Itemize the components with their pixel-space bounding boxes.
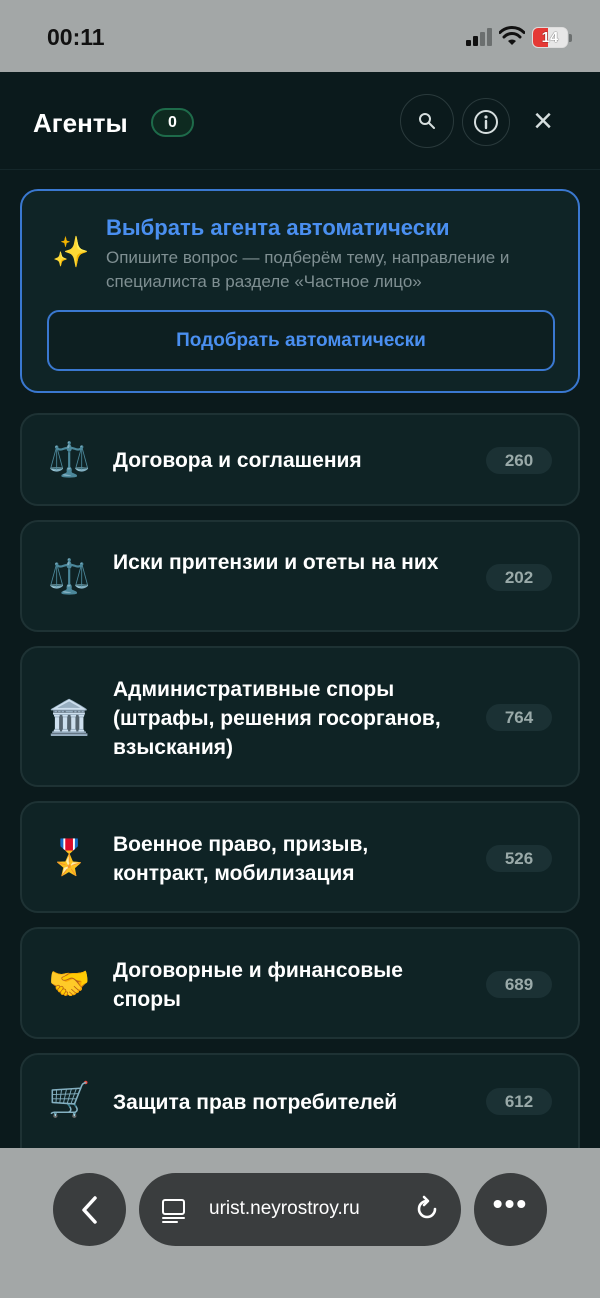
agents-panel: Агенты 0 × ✨ Выбрать агента автоматическ…: [0, 72, 600, 1148]
close-icon: ×: [533, 102, 553, 140]
auto-select-card: ✨ Выбрать агента автоматически Опишите в…: [20, 189, 580, 393]
category-count: 689: [486, 971, 552, 998]
building-icon: 🏛️: [48, 699, 91, 737]
agents-count-badge: 0: [151, 108, 194, 137]
panel-header: Агенты 0 ×: [0, 72, 600, 170]
search-button[interactable]: [400, 94, 454, 148]
info-icon: [474, 110, 498, 134]
battery-tip: [569, 34, 572, 42]
scales-icon: ⚖️: [48, 558, 91, 596]
more-icon: •••: [492, 1188, 529, 1219]
medal-icon: 🎖️: [48, 839, 91, 877]
auto-select-description: Опишите вопрос — подберём тему, направле…: [106, 248, 510, 291]
category-item[interactable]: ⚖️ Иски притензии и отеты на них 202: [20, 520, 580, 632]
battery-level: 14: [541, 29, 559, 46]
cart-icon: 🛒: [48, 1081, 91, 1119]
cellular-signal-icon: [466, 28, 492, 46]
url-text: urist.neyrostroy.ru: [209, 1198, 360, 1219]
back-button[interactable]: [53, 1173, 126, 1246]
category-item[interactable]: 🎖️ Военное право, призыв, контракт, моби…: [20, 801, 580, 913]
handshake-icon: 🤝: [48, 965, 91, 1003]
category-item[interactable]: 🏛️ Административные споры (штрафы, решен…: [20, 646, 580, 787]
auto-select-title: Выбрать агента автоматически: [106, 215, 450, 240]
clock: 00:11: [47, 24, 105, 50]
auto-select-button[interactable]: Подобрать автоматически: [47, 310, 555, 371]
address-bar[interactable]: urist.neyrostroy.ru: [139, 1173, 461, 1246]
wifi-icon: [499, 26, 525, 45]
category-label: Защита прав потребителей: [113, 1091, 398, 1114]
category-label: Договора и соглашения: [113, 449, 362, 472]
scales-icon: ⚖️: [48, 441, 91, 479]
category-label: Договорные и финансовые споры: [113, 959, 403, 1011]
more-button[interactable]: •••: [474, 1173, 547, 1246]
category-count: 202: [486, 564, 552, 591]
close-button[interactable]: ×: [520, 98, 566, 144]
category-count: 612: [486, 1088, 552, 1115]
category-item[interactable]: 🛒 Защита прав потребителей 612: [20, 1053, 580, 1148]
category-label: Административные споры (штрафы, решения …: [113, 678, 441, 759]
category-item[interactable]: ⚖️ Договора и соглашения 260: [20, 413, 580, 506]
status-bar: 00:11 14: [0, 0, 600, 72]
reload-icon[interactable]: [413, 1195, 441, 1223]
category-count: 764: [486, 704, 552, 731]
tabs-icon: [162, 1199, 185, 1223]
page-title: Агенты: [33, 108, 128, 138]
category-count: 526: [486, 845, 552, 872]
category-count: 260: [486, 447, 552, 474]
sparkle-icon: ✨: [52, 236, 90, 269]
search-icon: [419, 113, 435, 129]
info-button[interactable]: [462, 98, 510, 146]
category-item[interactable]: 🤝 Договорные и финансовые споры 689: [20, 927, 580, 1039]
category-label: Военное право, призыв, контракт, мобилиз…: [113, 833, 369, 885]
category-label: Иски притензии и отеты на них: [113, 551, 439, 574]
battery-icon: 14: [532, 27, 568, 48]
browser-toolbar: urist.neyrostroy.ru •••: [0, 1148, 600, 1298]
back-icon: [81, 1195, 97, 1224]
